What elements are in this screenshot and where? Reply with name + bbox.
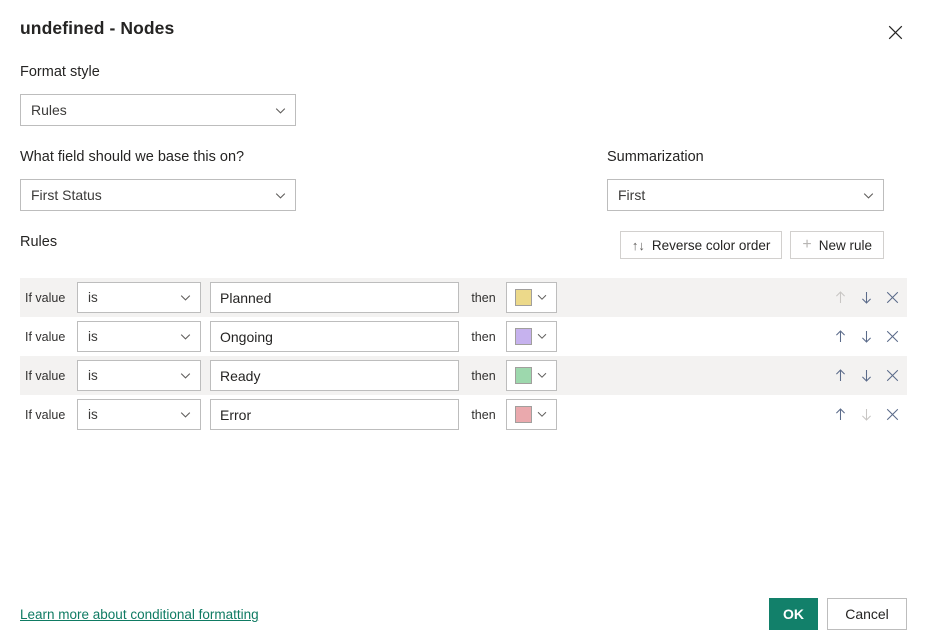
rule-value-input[interactable] xyxy=(210,321,459,352)
rule-row-controls xyxy=(832,356,901,395)
chevron-down-icon xyxy=(274,189,287,202)
plus-icon: + xyxy=(802,236,812,253)
arrow-down-icon xyxy=(859,290,874,305)
summarization-value: First xyxy=(618,187,646,203)
cancel-button[interactable]: Cancel xyxy=(827,598,907,630)
chevron-down-icon xyxy=(536,369,549,382)
rule-operator-dropdown[interactable]: is xyxy=(77,360,201,391)
color-swatch xyxy=(514,406,532,423)
if-value-label: If value xyxy=(25,290,66,305)
new-rule-button[interactable]: + New rule xyxy=(790,231,884,259)
rule-row-controls xyxy=(832,317,901,356)
color-swatch xyxy=(514,328,532,345)
new-rule-label: New rule xyxy=(818,237,872,253)
chevron-down-icon xyxy=(536,408,549,421)
move-rule-down-button[interactable] xyxy=(858,328,875,345)
move-rule-up-button xyxy=(832,289,849,306)
color-swatch xyxy=(514,289,532,306)
then-label: then xyxy=(471,290,496,305)
rule-operator-value: is xyxy=(88,290,98,305)
move-rule-up-button[interactable] xyxy=(832,367,849,384)
footer-buttons: OK Cancel xyxy=(769,598,907,630)
if-value-label: If value xyxy=(25,407,66,422)
then-label: then xyxy=(471,407,496,422)
rule-row-controls xyxy=(832,278,901,317)
chevron-down-icon xyxy=(536,291,549,304)
rule-row: If value is then xyxy=(20,395,907,434)
rule-value-input[interactable] xyxy=(210,360,459,391)
chevron-down-icon xyxy=(179,291,192,304)
rules-actions: ↑↓ Reverse color order + New rule xyxy=(619,231,884,259)
rule-operator-value: is xyxy=(88,329,98,344)
chevron-down-icon xyxy=(179,330,192,343)
base-field-value: First Status xyxy=(31,187,102,203)
delete-rule-button[interactable] xyxy=(884,289,901,306)
rule-color-dropdown[interactable] xyxy=(506,399,557,430)
format-style-label: Format style xyxy=(20,64,100,80)
reverse-color-order-label: Reverse color order xyxy=(651,237,771,253)
then-label: then xyxy=(471,329,496,344)
color-swatch xyxy=(514,367,532,384)
arrow-down-icon xyxy=(859,329,874,344)
arrow-up-icon xyxy=(833,290,848,305)
page-title: undefined - Nodes xyxy=(20,18,175,38)
if-value-label: If value xyxy=(25,329,66,344)
rule-value-input[interactable] xyxy=(210,399,459,430)
summarization-label: Summarization xyxy=(607,149,704,165)
rules-list: If value is then If value is then If value is th… xyxy=(20,278,907,434)
base-field-dropdown[interactable]: First Status xyxy=(20,179,296,211)
close-icon xyxy=(886,330,899,343)
then-label: then xyxy=(471,368,496,383)
arrow-down-icon xyxy=(859,407,874,422)
rule-operator-value: is xyxy=(88,368,98,383)
dialog-header: undefined - Nodes xyxy=(0,0,927,58)
rule-value-input[interactable] xyxy=(210,282,459,313)
move-rule-up-button[interactable] xyxy=(832,406,849,423)
move-rule-down-button xyxy=(858,406,875,423)
arrow-up-icon xyxy=(833,368,848,383)
chevron-down-icon xyxy=(536,330,549,343)
close-icon xyxy=(886,408,899,421)
rule-row: If value is then xyxy=(20,278,907,317)
ok-button[interactable]: OK xyxy=(769,598,818,630)
move-rule-down-button[interactable] xyxy=(858,367,875,384)
delete-rule-button[interactable] xyxy=(884,328,901,345)
rule-operator-value: is xyxy=(88,407,98,422)
rule-row: If value is then xyxy=(20,317,907,356)
summarization-dropdown[interactable]: First xyxy=(607,179,884,211)
chevron-down-icon xyxy=(862,189,875,202)
close-icon xyxy=(888,25,903,40)
chevron-down-icon xyxy=(179,408,192,421)
move-rule-up-button[interactable] xyxy=(832,328,849,345)
close-icon xyxy=(886,369,899,382)
chevron-down-icon xyxy=(274,104,287,117)
rules-section-label: Rules xyxy=(20,234,58,250)
format-style-dropdown[interactable]: Rules xyxy=(20,94,296,126)
delete-rule-button[interactable] xyxy=(884,367,901,384)
reverse-color-order-button[interactable]: ↑↓ Reverse color order xyxy=(619,231,783,259)
arrow-up-icon xyxy=(833,407,848,422)
rule-operator-dropdown[interactable]: is xyxy=(77,321,201,352)
move-rule-down-button[interactable] xyxy=(858,289,875,306)
rule-color-dropdown[interactable] xyxy=(506,360,557,391)
close-icon xyxy=(886,291,899,304)
if-value-label: If value xyxy=(25,368,66,383)
base-field-label: What field should we base this on? xyxy=(20,149,245,165)
rule-color-dropdown[interactable] xyxy=(506,321,557,352)
learn-more-link[interactable]: Learn more about conditional formatting xyxy=(20,607,259,622)
close-button[interactable] xyxy=(879,16,911,48)
arrow-up-icon xyxy=(833,329,848,344)
format-style-value: Rules xyxy=(31,102,67,118)
sort-arrows-icon: ↑↓ xyxy=(631,237,645,253)
rule-color-dropdown[interactable] xyxy=(506,282,557,313)
arrow-down-icon xyxy=(859,368,874,383)
rule-operator-dropdown[interactable]: is xyxy=(77,399,201,430)
chevron-down-icon xyxy=(179,369,192,382)
rule-operator-dropdown[interactable]: is xyxy=(77,282,201,313)
rule-row-controls xyxy=(832,395,901,434)
delete-rule-button[interactable] xyxy=(884,406,901,423)
rule-row: If value is then xyxy=(20,356,907,395)
